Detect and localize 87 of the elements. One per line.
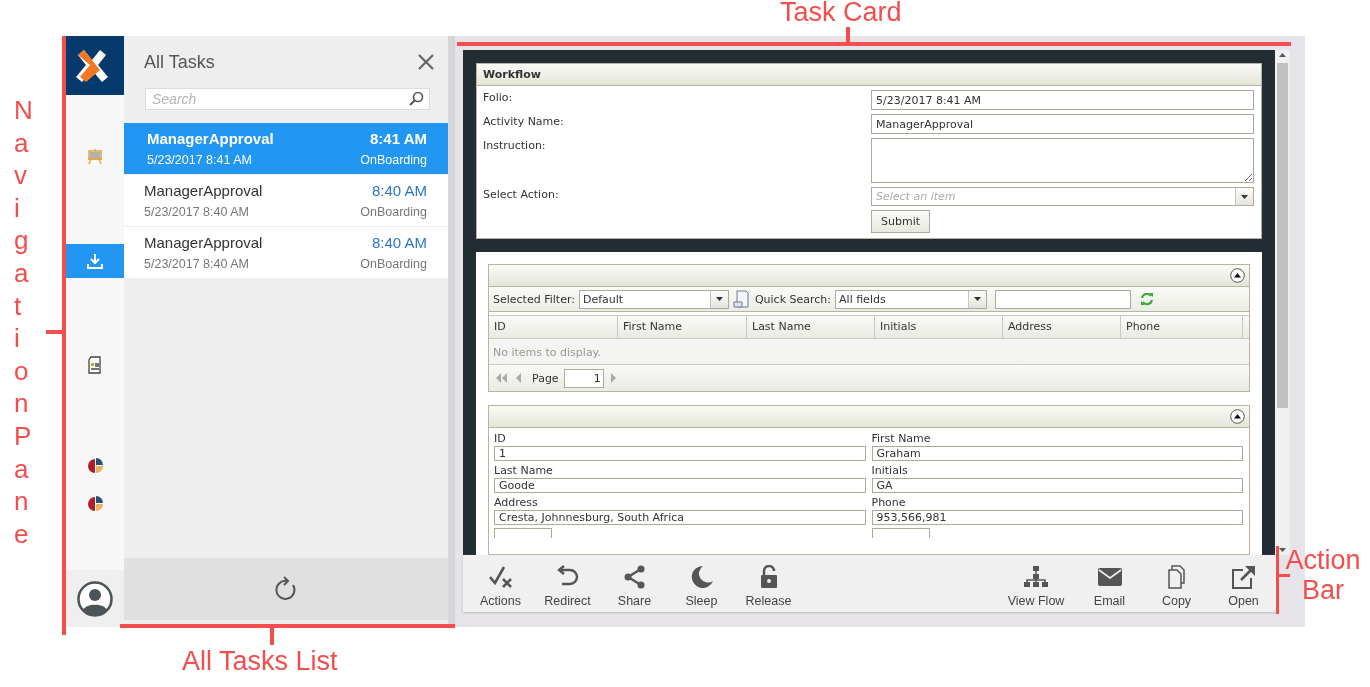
task-process: OnBoarding [360,153,427,167]
text-field[interactable]: 1 [494,446,866,461]
refresh-icon[interactable] [1139,291,1156,307]
search-icon[interactable] [408,91,424,107]
pie-chart-icon [87,496,103,512]
column-header[interactable]: ID [489,316,618,338]
field-label: Initials [871,464,909,477]
check-cross-icon [487,565,514,589]
panel-title: Workflow [483,68,541,81]
empty-message: No items to display. [493,346,602,359]
collapse-icon[interactable] [1230,268,1245,283]
task-process: OnBoarding [360,205,427,219]
task-date: 5/23/2017 8:40 AM [144,257,249,271]
text-field[interactable]: 5/23/2017 8:41 AM [871,90,1254,110]
callout-label: All Tasks List [182,646,338,677]
pie-chart-icon [87,458,103,474]
user-avatar-icon[interactable] [77,580,113,617]
input-field[interactable] [871,528,930,538]
action-button[interactable]: Actions [467,555,534,612]
task-name: ManagerApproval [144,182,263,199]
callout-label: Task Card [780,0,902,28]
document-icon [87,356,103,374]
scroll-down-icon[interactable] [1279,548,1286,552]
task-time: 8:40 AM [371,182,427,199]
callout-label: Navigation Pane [14,94,50,551]
column-header[interactable]: Initials [875,316,1003,338]
task-name: ManagerApproval [144,234,263,251]
search-dropdown[interactable]: All fields [835,289,988,309]
text-field[interactable]: Graham [871,446,1243,461]
field-label: First Name [871,432,932,445]
collapse-icon[interactable] [1230,409,1245,424]
task-time: 8:40 AM [371,234,427,251]
task-item[interactable]: ManagerApproval 8:40 AM 5/23/2017 8:40 AM OnBoarding [124,227,448,278]
field-label: Address [494,496,539,509]
download-icon [86,252,104,270]
select-field[interactable]: Select an item [871,187,1254,206]
easel-icon [86,148,104,166]
search-field[interactable]: Search [146,91,408,107]
task-item[interactable]: ManagerApproval 8:40 AM 5/23/2017 8:40 AM OnBoarding [124,175,448,226]
text-field[interactable]: Cresta, Johnnesburg, South Africa [494,510,866,525]
action-button[interactable]: Email [1076,555,1143,612]
field-label: ID [494,432,507,445]
filter-dropdown[interactable]: Default [579,290,710,308]
scroll-up-icon[interactable] [1279,53,1286,57]
select-field[interactable]: Select an item [872,188,1235,205]
field-label: Last Name [494,464,554,477]
text-field[interactable]: Goode [494,478,866,493]
hierarchy-icon [1023,565,1049,589]
field-label: Instruction: [483,138,547,154]
task-date: 5/23/2017 8:40 AM [144,205,249,219]
action-button[interactable]: Release [735,555,802,612]
close-icon[interactable] [418,54,434,70]
input-field[interactable] [494,528,552,538]
submit-button[interactable]: Submit [871,210,931,233]
text-field[interactable]: ManagerApproval [871,114,1254,134]
action-button[interactable]: Sleep [668,555,735,612]
page-field[interactable]: 1 [563,368,604,388]
text-field[interactable]: GA [871,478,1243,493]
quick-search-label: Quick Search: [754,292,832,306]
field-label: Select Action: [483,187,560,203]
column-header[interactable]: First Name [618,316,747,338]
filter-dropdown[interactable]: Default [578,289,729,309]
filter-label: Selected Filter: [493,292,575,306]
field-label: Phone [871,496,907,509]
page-label: Page [532,371,559,385]
callout-label: Action Bar [1284,545,1362,605]
column-header[interactable]: Last Name [747,316,875,338]
field-label: Folio: [483,90,514,106]
search-field[interactable] [995,289,1132,309]
action-button[interactable]: Copy [1143,555,1210,612]
task-name: ManagerApproval [147,130,274,147]
external-link-icon [1230,565,1257,589]
panel-title: All Tasks [144,51,215,73]
column-header[interactable]: Address [1003,316,1121,338]
search-dropdown[interactable]: All fields [836,290,969,308]
action-button[interactable]: Share [601,555,668,612]
text-field[interactable]: 953,566,981 [871,510,1243,525]
nav-item[interactable] [66,244,124,278]
action-button[interactable]: Redirect [534,555,601,612]
app-logo[interactable] [66,36,124,95]
task-time: 8:41 AM [370,130,427,147]
field-label: Activity Name: [483,114,565,130]
task-date: 5/23/2017 8:41 AM [147,153,252,167]
envelope-icon [1096,565,1123,589]
column-header[interactable]: Phone [1121,316,1243,338]
action-button[interactable]: View Flow [996,555,1076,612]
task-process: OnBoarding [360,257,427,271]
